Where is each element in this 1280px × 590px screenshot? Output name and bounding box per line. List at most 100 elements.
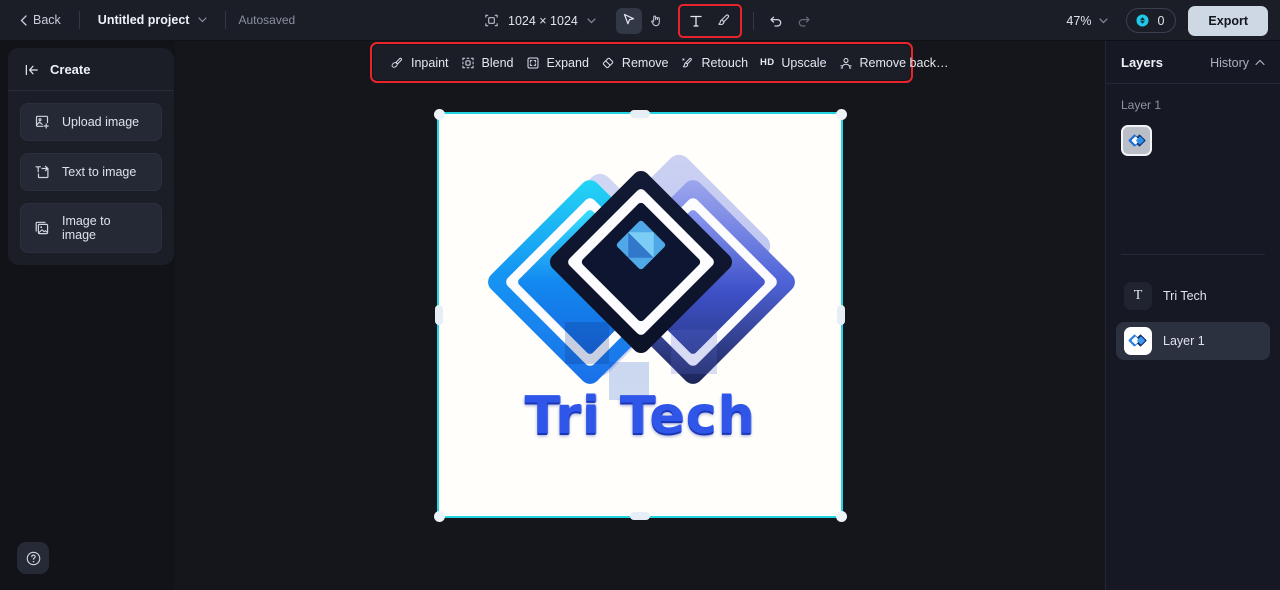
resize-handle-bottom-center[interactable]	[630, 512, 650, 520]
layer-list: T Tri Tech Layer 1	[1106, 265, 1280, 372]
artboard[interactable]: Tri Tech	[437, 112, 843, 518]
create-panel-buttons: Upload image Text to image Image to imag…	[8, 91, 174, 253]
image-to-image-button[interactable]: Image to image	[20, 203, 162, 253]
highlighted-tools-box	[677, 3, 742, 38]
divider	[78, 11, 80, 29]
tab-history[interactable]: History	[1210, 56, 1265, 70]
remove-background-label: Remove back…	[859, 55, 949, 70]
layer-row-text[interactable]: T Tri Tech	[1116, 277, 1270, 315]
text-to-image-icon	[35, 165, 49, 179]
expand-button[interactable]: Expand	[520, 51, 595, 75]
canvas-stage[interactable]: Tri Tech	[175, 41, 1105, 590]
layer-group-section: Layer 1	[1106, 84, 1280, 265]
canvas-size-value: 1024 × 1024	[508, 13, 578, 28]
divider	[1121, 254, 1265, 255]
layer-thumbnail-icon	[1128, 334, 1147, 347]
collapse-left-icon[interactable]	[24, 63, 40, 77]
chevron-down-icon	[587, 17, 596, 23]
resize-handle-middle-right[interactable]	[837, 305, 845, 325]
credits-count: 0	[1157, 13, 1165, 28]
text-layer-icon: T	[1124, 282, 1152, 310]
back-label: Back	[33, 13, 61, 27]
chevron-down-icon	[198, 17, 208, 23]
tab-layers[interactable]: Layers	[1121, 55, 1163, 70]
brand-text: Tri Tech	[524, 386, 756, 446]
expand-label: Expand	[546, 55, 589, 70]
top-bar-center: 1024 × 1024	[478, 0, 817, 41]
divider	[225, 11, 227, 29]
layers-panel: Layers History Layer 1 T Tri Tech Layer …	[1105, 41, 1280, 590]
divider	[752, 11, 754, 30]
create-panel-title: Create	[50, 62, 91, 77]
inpaint-button[interactable]: Inpaint	[384, 51, 455, 75]
upload-image-button[interactable]: Upload image	[20, 103, 162, 141]
canvas-size-dropdown[interactable]: 1024 × 1024	[478, 9, 602, 32]
autosaved-status: Autosaved	[238, 13, 296, 27]
layer-group-thumbnail[interactable]	[1121, 125, 1152, 156]
blend-frame-icon	[461, 57, 474, 68]
top-bar-right: 47% 0 Export	[1060, 0, 1268, 41]
image-upload-icon	[35, 115, 49, 129]
layers-panel-header: Layers History	[1106, 41, 1280, 84]
text-to-image-button[interactable]: Text to image	[20, 153, 162, 191]
hand-tool[interactable]	[644, 8, 670, 34]
help-question-icon	[26, 551, 40, 565]
resize-handle-top-right[interactable]	[836, 109, 847, 120]
resize-handle-top-center[interactable]	[630, 110, 650, 118]
resize-handle-bottom-left[interactable]	[434, 511, 445, 522]
select-tool[interactable]	[615, 7, 642, 34]
redo-arrow-icon	[798, 16, 810, 27]
resize-handle-top-left[interactable]	[434, 109, 445, 120]
zoom-level: 47%	[1066, 13, 1092, 28]
layer-name: Layer 1	[1163, 334, 1205, 348]
app-root: Back Untitled project Autosaved 1024 × 1…	[0, 0, 1280, 590]
brush-tool[interactable]	[711, 8, 737, 34]
chevron-down-icon	[1099, 17, 1109, 23]
upscale-button[interactable]: HD Upscale	[754, 51, 833, 75]
upload-image-label: Upload image	[62, 115, 140, 129]
redo-button[interactable]	[791, 8, 817, 34]
undo-button[interactable]	[763, 8, 789, 34]
frame-resize-icon	[485, 14, 498, 27]
action-toolbar-highlight: Inpaint Blend Expand Remove Retouch HD U…	[370, 42, 948, 83]
retouch-button[interactable]: Retouch	[674, 51, 754, 75]
text-tool[interactable]	[683, 8, 709, 34]
upscale-label: Upscale	[781, 55, 827, 70]
retouch-label: Retouch	[701, 55, 749, 70]
tool-group	[615, 3, 817, 38]
text-t-icon	[690, 15, 702, 27]
layer-thumbnail-icon	[1128, 134, 1145, 146]
remove-background-button[interactable]: Remove back…	[833, 51, 955, 75]
back-button[interactable]: Back	[14, 9, 67, 31]
resize-handle-middle-left[interactable]	[435, 305, 443, 325]
hd-badge-icon: HD	[760, 57, 775, 68]
eraser-icon	[602, 57, 614, 68]
chevron-up-icon	[1255, 59, 1265, 66]
zoom-dropdown[interactable]: 47%	[1060, 10, 1114, 32]
paint-brush-icon	[718, 14, 730, 26]
credits-badge[interactable]: 0	[1126, 8, 1177, 33]
blend-label: Blend	[481, 55, 514, 70]
cursor-arrow-icon	[623, 13, 634, 25]
text-to-image-label: Text to image	[62, 165, 137, 179]
inpaint-label: Inpaint	[411, 55, 449, 70]
action-toolbar: Inpaint Blend Expand Remove Retouch HD U…	[373, 45, 948, 80]
export-button[interactable]: Export	[1188, 5, 1268, 36]
project-name-dropdown[interactable]: Untitled project	[92, 9, 214, 31]
chevron-left-icon	[20, 14, 27, 26]
resize-handle-bottom-right[interactable]	[836, 511, 847, 522]
remove-button[interactable]: Remove	[595, 51, 675, 75]
undo-arrow-icon	[770, 16, 782, 27]
layer-group-label: Layer 1	[1121, 98, 1162, 112]
blend-button[interactable]: Blend	[455, 51, 520, 75]
top-bar-left: Back Untitled project Autosaved	[0, 9, 295, 31]
layer-row-image[interactable]: Layer 1	[1116, 322, 1270, 360]
help-button[interactable]	[17, 542, 49, 574]
create-panel-header: Create	[8, 48, 174, 91]
credit-coin-icon	[1136, 14, 1149, 27]
remove-label: Remove	[621, 55, 669, 70]
image-layer-icon	[1124, 327, 1152, 355]
tab-history-label: History	[1210, 55, 1249, 70]
expand-frame-icon	[527, 57, 539, 68]
hand-icon	[651, 15, 661, 27]
